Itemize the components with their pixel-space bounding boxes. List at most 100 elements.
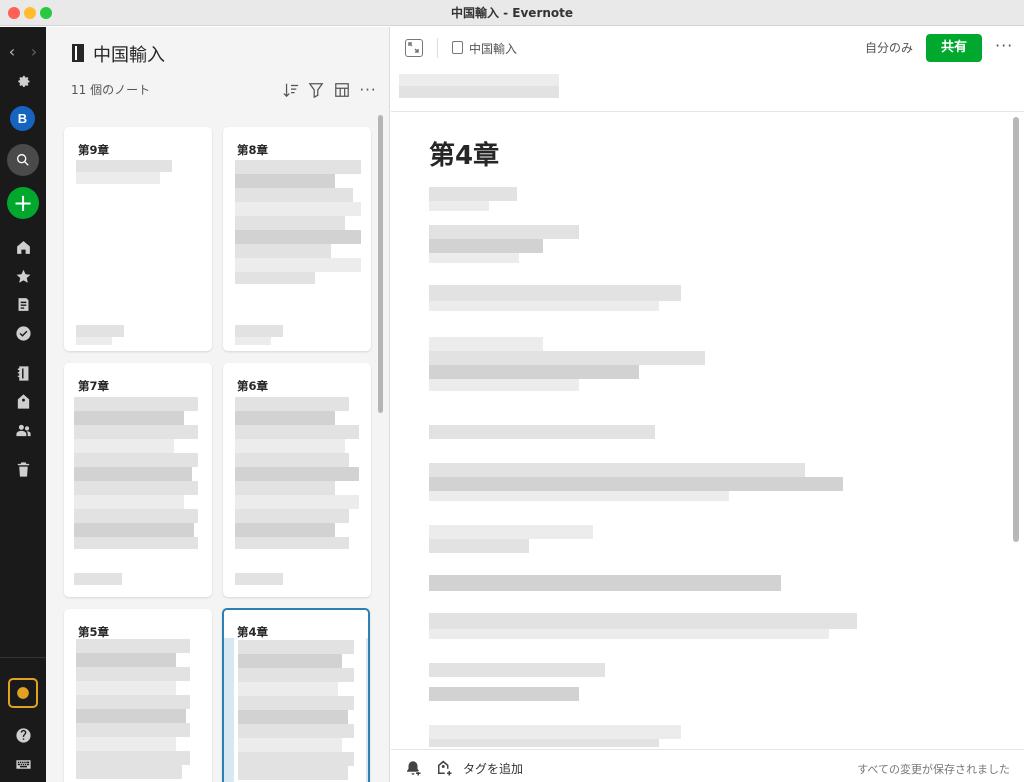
trash-icon[interactable]: [11, 457, 35, 481]
notebook-icon: [72, 44, 84, 62]
note-card-snippet: [76, 639, 190, 653]
add-tag-icon[interactable]: [435, 759, 453, 777]
more-options-icon[interactable]: ···: [995, 36, 1013, 55]
note-card-date: [235, 337, 271, 345]
note-card-snippet: [238, 654, 342, 668]
filter-icon[interactable]: [307, 81, 325, 99]
sort-icon[interactable]: [282, 81, 300, 99]
upgrade-button[interactable]: [8, 678, 38, 708]
note-card-title: 第7章: [78, 379, 110, 393]
note-title[interactable]: 第4章: [429, 135, 499, 172]
share-button[interactable]: 共有: [926, 34, 982, 62]
help-icon[interactable]: [11, 723, 35, 747]
evernote-window: 中国輸入 - Evernote ‹ › B + 中国輸入 11 個のノート ··…: [0, 0, 1024, 782]
body-line: [429, 575, 781, 591]
view-options-icon[interactable]: [333, 81, 351, 99]
body-line: [429, 525, 593, 539]
note-card[interactable]: 第8章: [223, 127, 371, 351]
notebook-icon[interactable]: [11, 361, 35, 385]
body-line: [429, 337, 543, 351]
note-card-snippet: [235, 411, 335, 425]
toolbar-divider: [437, 38, 438, 58]
note-card-snippet: [74, 509, 198, 523]
breadcrumb-notebook[interactable]: 中国輸入: [469, 40, 517, 57]
body-line: [429, 365, 639, 379]
note-card-title: 第5章: [78, 625, 110, 639]
search-icon: [17, 154, 29, 166]
avatar[interactable]: B: [10, 106, 35, 131]
note-card[interactable]: 第5章: [64, 609, 212, 782]
shared-icon[interactable]: [11, 418, 35, 442]
gear-icon[interactable]: [11, 69, 35, 93]
note-card-snippet: [74, 481, 198, 495]
note-card-snippet: [235, 244, 331, 258]
note-card-snippet: [76, 709, 186, 723]
note-card-snippet: [235, 272, 315, 284]
more-options-icon[interactable]: ···: [359, 81, 377, 99]
note-card-snippet: [238, 682, 338, 696]
note-card-snippet: [235, 439, 345, 453]
note-card-snippet: [235, 258, 361, 272]
editor-scrollbar[interactable]: [1013, 117, 1019, 542]
new-note-button[interactable]: +: [7, 187, 39, 219]
note-list-panel: 中国輸入 11 個のノート ··· 第9章 第8章 第7章 第6章 第5章 第4…: [46, 27, 390, 782]
note-card-snippet: [74, 523, 194, 537]
keyboard-icon[interactable]: [11, 752, 35, 776]
star-icon[interactable]: [11, 264, 35, 288]
reminder-bell-icon[interactable]: [404, 759, 422, 777]
back-arrow-icon[interactable]: ‹: [4, 39, 20, 63]
note-card-snippet: [76, 751, 190, 765]
body-line: [429, 285, 681, 301]
body-line: [429, 629, 829, 639]
note-card[interactable]: 第6章: [223, 363, 371, 597]
note-card-snippet: [238, 640, 354, 654]
note-card-snippet: [235, 481, 335, 495]
note-card-snippet: [235, 537, 349, 549]
note-card-snippet: [76, 681, 176, 695]
body-line: [429, 239, 543, 253]
note-card-snippet: [76, 723, 190, 737]
body-line: [429, 539, 529, 553]
forward-arrow-icon[interactable]: ›: [26, 39, 42, 63]
body-line: [429, 477, 843, 491]
note-card-selected[interactable]: 第4章: [222, 608, 370, 782]
note-card-snippet: [238, 696, 354, 710]
note-card-date: [76, 325, 124, 337]
note-card-snippet: [235, 453, 349, 467]
body-line: [429, 425, 655, 439]
expand-icon[interactable]: [405, 39, 423, 57]
editor-header-divider: [391, 111, 1024, 112]
note-card-date: [74, 573, 122, 585]
note-card-snippet: [76, 765, 182, 779]
note-card-title: 第4章: [237, 625, 269, 639]
formatting-toolbar: [399, 74, 559, 86]
body-line: [429, 253, 519, 263]
plus-icon: +: [12, 189, 34, 217]
note-card-snippet: [235, 188, 353, 202]
note-card-snippet: [76, 695, 190, 709]
note-card-snippet: [74, 397, 198, 411]
home-icon[interactable]: [11, 235, 35, 259]
add-tag-input[interactable]: タグを追加: [463, 760, 523, 777]
note-card-snippet: [76, 667, 190, 681]
window-title: 中国輸入 - Evernote: [450, 6, 574, 20]
notebook-title: 中国輸入: [93, 45, 165, 66]
search-button[interactable]: [7, 144, 39, 176]
note-card[interactable]: 第9章: [64, 127, 212, 351]
tasks-icon[interactable]: [11, 321, 35, 345]
note-card-snippet: [74, 537, 198, 549]
note-card-snippet: [235, 467, 359, 481]
sidebar: ‹ › B +: [0, 27, 46, 782]
tag-icon[interactable]: [11, 389, 35, 413]
visibility-status[interactable]: 自分のみ: [865, 39, 913, 56]
note-card-snippet: [74, 495, 184, 509]
note-list-scrollbar[interactable]: [378, 115, 383, 413]
note-card[interactable]: 第7章: [64, 363, 212, 597]
formatting-toolbar: [399, 86, 559, 98]
note-card-snippet: [235, 174, 335, 188]
body-line: [429, 663, 605, 677]
notes-icon[interactable]: [11, 292, 35, 316]
note-card-date: [235, 325, 283, 337]
body-line: [429, 463, 805, 477]
body-line: [429, 491, 729, 501]
